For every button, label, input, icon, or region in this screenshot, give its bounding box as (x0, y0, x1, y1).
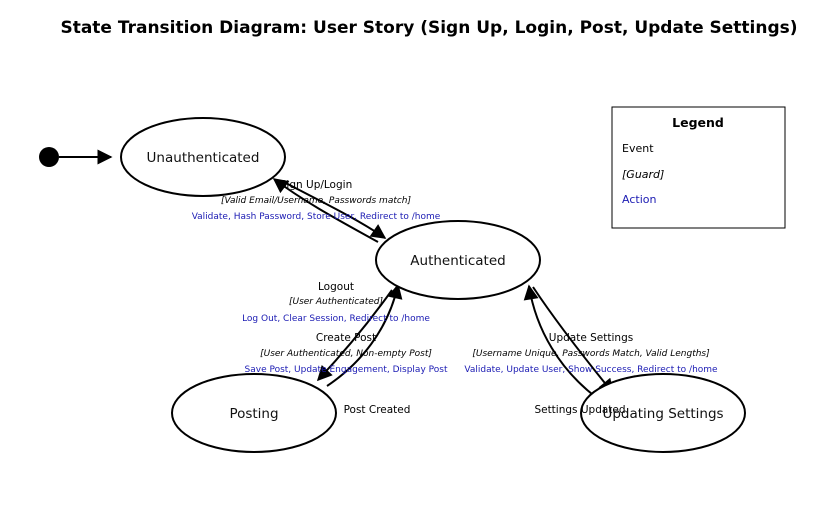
action-text: Validate, Update User, Show Success, Red… (464, 365, 718, 375)
initial-state-dot (39, 147, 59, 167)
legend: Legend Event [Guard] Action (611, 106, 786, 229)
action-text: Save Post, Update Engagement, Display Po… (245, 365, 448, 375)
event-text: Sign Up/Login (280, 179, 352, 191)
legend-guard: [Guard] (622, 168, 664, 181)
label-update-settings: Update Settings [Username Unique, Passwo… (464, 332, 718, 375)
legend-action: Action (622, 193, 656, 206)
guard-text: [User Authenticated, Non-empty Post] (260, 349, 432, 359)
guard-text: [Valid Email/Username, Passwords match] (221, 196, 412, 206)
action-text: Log Out, Clear Session, Redirect to /hom… (242, 314, 430, 324)
action-text: Validate, Hash Password, Store User, Red… (192, 212, 441, 222)
state-label: Unauthenticated (147, 150, 260, 166)
state-label: Authenticated (410, 253, 505, 269)
state-diagram: Unauthenticated Authenticated Posting Si… (39, 106, 786, 453)
label-post-created: Post Created (344, 404, 411, 416)
state-unauthenticated: Unauthenticated (120, 117, 286, 197)
state-posting: Posting (171, 373, 337, 453)
legend-title: Legend (672, 115, 724, 130)
event-text: Post Created (344, 404, 411, 416)
guard-text: [User Authenticated] (289, 297, 383, 307)
event-text: Logout (318, 281, 354, 293)
event-text: Create Post (316, 332, 376, 344)
state-label: Posting (229, 406, 278, 422)
legend-event: Event (622, 142, 654, 155)
state-label-updating-settings: Updating Settings (602, 406, 723, 422)
event-text: Update Settings (549, 332, 633, 344)
state-authenticated: Authenticated (375, 220, 541, 300)
label-create-post: Create Post [User Authenticated, Non-emp… (245, 332, 448, 375)
guard-text: [Username Unique, Passwords Match, Valid… (472, 349, 710, 359)
